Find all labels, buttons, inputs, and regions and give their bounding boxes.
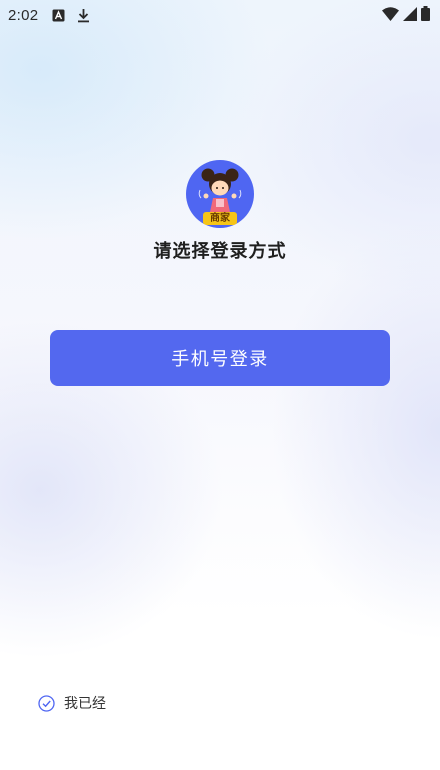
signal-icon — [403, 6, 417, 25]
wifi-icon — [382, 6, 399, 25]
download-icon — [77, 8, 90, 23]
agreement-row[interactable]: 我已经 — [38, 693, 106, 713]
merchant-badge: 商家 — [203, 212, 237, 225]
check-circle-icon[interactable] — [38, 694, 55, 712]
status-time: 2:02 — [8, 6, 39, 24]
agreement-fade-overlay — [104, 686, 184, 718]
phone-login-button[interactable]: 手机号登录 — [50, 330, 390, 386]
agreement-text: 我已经 — [64, 696, 106, 712]
page-title: 请选择登录方式 — [153, 241, 287, 262]
status-bar: 2:02 — [0, 0, 440, 30]
font-a-icon — [52, 9, 65, 22]
merchant-avatar: 商家 — [186, 160, 254, 228]
battery-icon — [421, 5, 430, 25]
